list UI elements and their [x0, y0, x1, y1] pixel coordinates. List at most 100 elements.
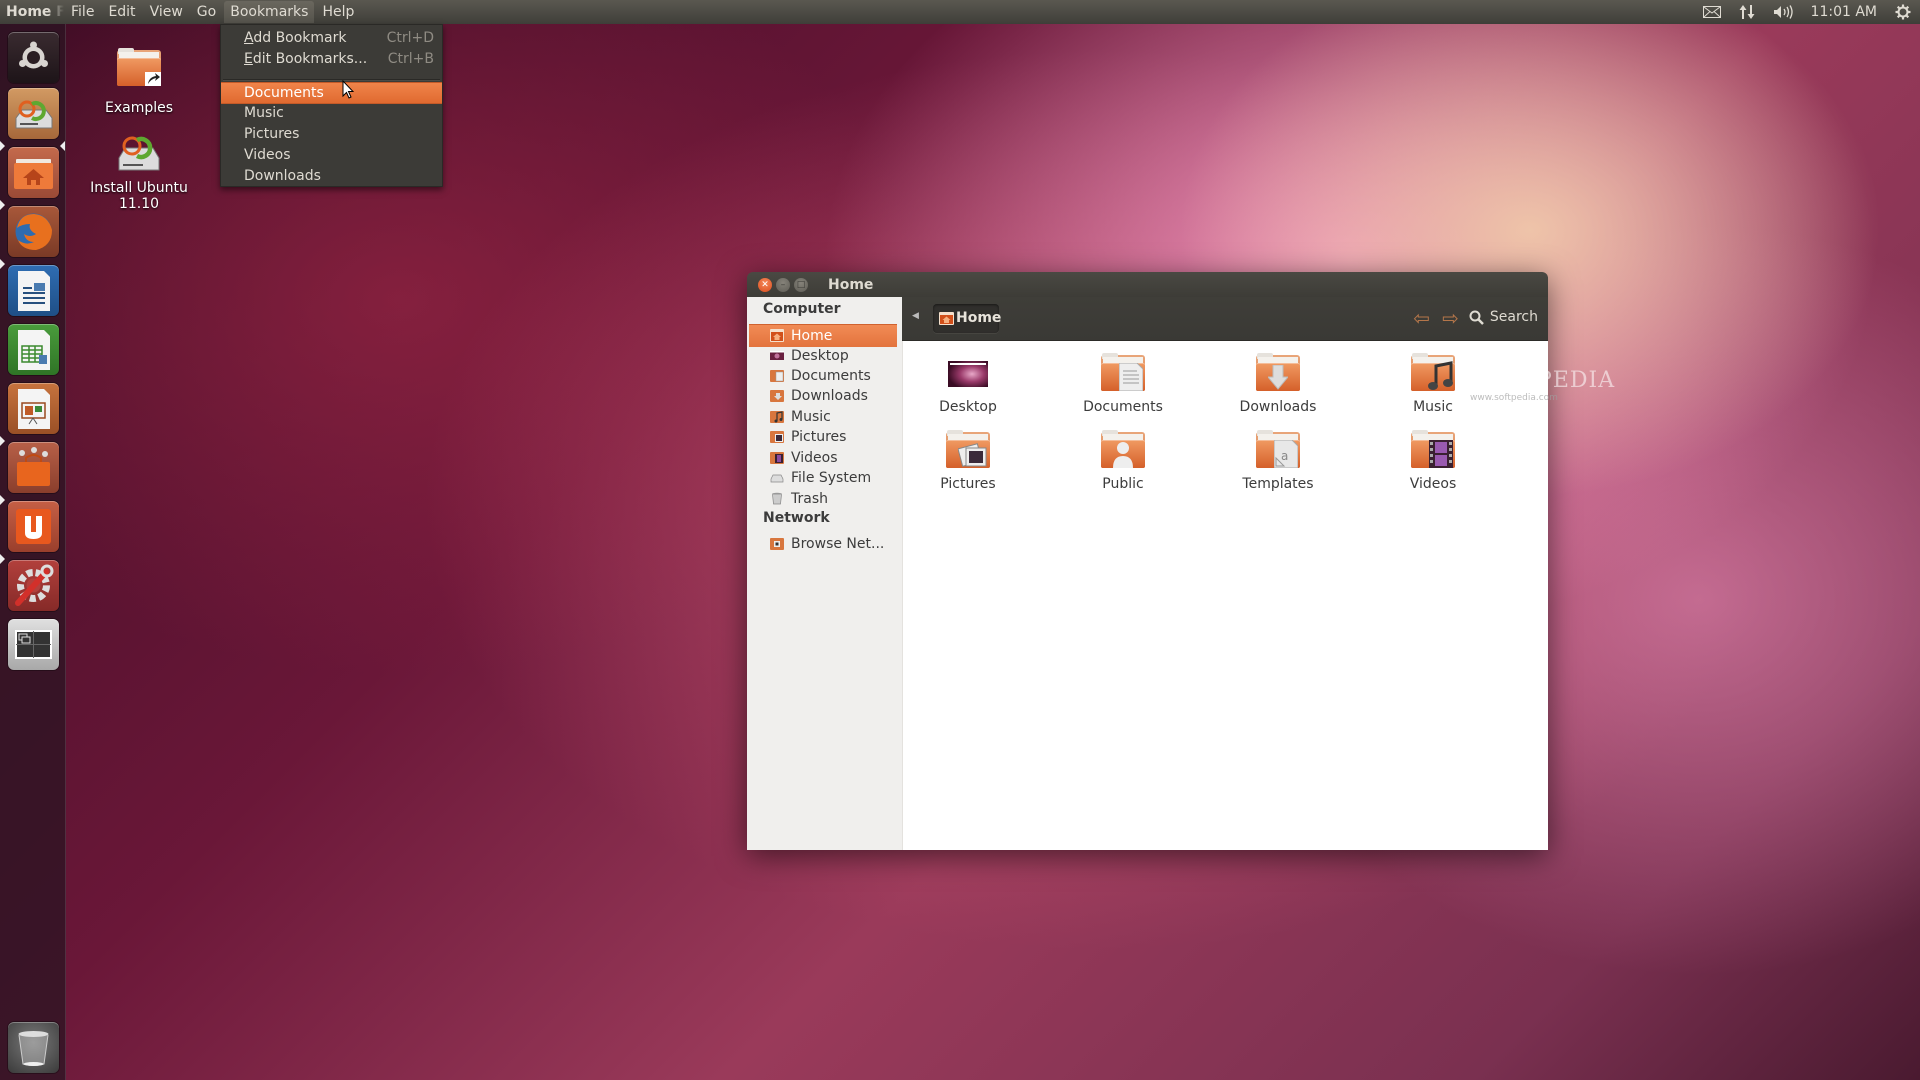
trash-icon: [18, 1031, 49, 1066]
trash-icon: [772, 492, 782, 505]
documents-folder-icon: [770, 370, 784, 382]
sidebar-item-documents[interactable]: Documents: [749, 365, 897, 387]
file-manager-window: ✕ – □ Home Computer Home Desktop Documen…: [747, 272, 1548, 850]
forward-button[interactable]: ⇨: [1442, 308, 1459, 328]
launcher-firefox[interactable]: [8, 206, 59, 257]
file-item-music[interactable]: Music: [1368, 353, 1498, 415]
sidebar-item-pictures[interactable]: Pictures: [749, 426, 897, 448]
menu-item-add-bookmark[interactable]: Add Bookmark Ctrl+D: [221, 28, 442, 48]
window-title: Home: [828, 276, 874, 293]
launcher-installer[interactable]: [8, 88, 59, 139]
desktop-icon-installer[interactable]: Install Ubuntu 11.10: [79, 128, 199, 212]
sidebar-item-videos[interactable]: Videos: [749, 447, 897, 469]
window-titlebar[interactable]: ✕ – □ Home: [747, 272, 1548, 297]
launcher-calc[interactable]: [8, 324, 59, 375]
home-folder-icon: [14, 159, 53, 189]
places-sidebar: Computer Home Desktop Documents Download…: [747, 297, 903, 850]
ubuntu-logo-icon: [19, 41, 48, 69]
menu-item-label: Music: [244, 105, 284, 121]
menu-view[interactable]: View: [144, 1, 189, 23]
sidebar-item-home[interactable]: Home: [749, 324, 897, 347]
menu-bookmarks[interactable]: Bookmarks: [224, 1, 315, 23]
menu-help[interactable]: Help: [316, 1, 360, 23]
music-folder-icon: [770, 411, 784, 423]
clock[interactable]: 11:01 AM: [1802, 4, 1886, 20]
file-item-videos[interactable]: Videos: [1368, 430, 1498, 492]
network-icon[interactable]: [1730, 4, 1764, 20]
file-item-label: Public: [1102, 476, 1144, 492]
menu-file[interactable]: File: [65, 1, 100, 23]
file-item-label: Music: [1413, 399, 1453, 415]
menu-go[interactable]: Go: [191, 1, 222, 23]
sidebar-item-desktop[interactable]: Desktop: [749, 345, 897, 367]
launcher-workspace-switcher[interactable]: [8, 619, 59, 670]
menu-item-edit-bookmarks[interactable]: Edit Bookmarks... Ctrl+B: [221, 49, 442, 69]
file-item-pictures[interactable]: Pictures: [903, 430, 1033, 492]
sidebar-item-label: Music: [791, 409, 831, 425]
launcher-writer[interactable]: [8, 265, 59, 316]
sidebar-item-label: Downloads: [791, 388, 868, 404]
sidebar-item-music[interactable]: Music: [749, 406, 897, 428]
menu-item-label: dd Bookmark: [253, 30, 347, 46]
menu-item-pictures[interactable]: Pictures: [221, 124, 442, 144]
file-item-templates[interactable]: a Templates: [1213, 430, 1343, 492]
power-gear-icon[interactable]: [1886, 4, 1920, 20]
svg-text:a: a: [1281, 449, 1288, 463]
file-item-documents[interactable]: Documents: [1058, 353, 1188, 415]
sidebar-item-label: Desktop: [791, 348, 849, 364]
home-folder-icon: [939, 312, 954, 325]
menu-item-music[interactable]: Music: [221, 103, 442, 123]
sidebar-item-label: Home: [791, 328, 833, 344]
breadcrumb-label: Home: [956, 310, 1002, 326]
file-item-label: Downloads: [1239, 399, 1317, 415]
pictures-folder-icon: [770, 431, 784, 443]
menu-item-videos[interactable]: Videos: [221, 145, 442, 165]
launcher-home-folder[interactable]: [8, 147, 59, 198]
breadcrumb-scroll-left-button[interactable]: ◀: [912, 311, 919, 321]
file-item-public[interactable]: Public: [1058, 430, 1188, 492]
running-indicator: [0, 436, 5, 446]
launcher-software-center[interactable]: [8, 442, 59, 493]
workspace-switcher-icon: [15, 630, 52, 659]
launcher-settings[interactable]: [8, 560, 59, 611]
sidebar-heading-computer: Computer: [763, 301, 841, 317]
file-item-desktop[interactable]: Desktop: [903, 353, 1033, 415]
firefox-icon: [15, 213, 52, 250]
breadcrumb-home-button[interactable]: Home: [933, 304, 1002, 333]
menu-edit[interactable]: Edit: [102, 1, 141, 23]
back-button[interactable]: ⇦: [1413, 308, 1430, 328]
sidebar-item-file-system[interactable]: File System: [749, 467, 897, 489]
sidebar-item-label: File System: [791, 470, 872, 486]
menu-item-downloads[interactable]: Downloads: [221, 166, 442, 186]
sidebar-item-trash[interactable]: Trash: [749, 488, 897, 510]
launcher-ubuntu-one[interactable]: [8, 501, 59, 552]
search-button[interactable]: Search: [1469, 309, 1538, 325]
launcher-trash[interactable]: [8, 1022, 59, 1073]
mouse-cursor-icon: [342, 80, 354, 99]
volume-icon[interactable]: [1764, 5, 1802, 19]
close-button[interactable]: ✕: [758, 277, 772, 292]
file-item-downloads[interactable]: Downloads: [1213, 353, 1343, 415]
maximize-icon: □: [796, 279, 806, 290]
file-item-label: Templates: [1242, 476, 1314, 492]
documents-folder-icon: [1099, 353, 1147, 393]
launcher-impress[interactable]: [8, 383, 59, 434]
minimize-button[interactable]: –: [776, 277, 790, 292]
mail-icon[interactable]: [1694, 6, 1730, 18]
minimize-icon: –: [780, 279, 786, 290]
sidebar-item-browse-network[interactable]: Browse Net...: [749, 533, 897, 555]
writer-icon: [18, 271, 50, 311]
desktop-icon-examples[interactable]: Examples: [79, 48, 199, 116]
running-indicator: [0, 200, 5, 210]
menu-item-documents[interactable]: Documents: [221, 82, 442, 104]
file-item-label: Desktop: [939, 399, 997, 415]
drive-icon: [770, 474, 784, 483]
sidebar-item-downloads[interactable]: Downloads: [749, 385, 897, 407]
templates-folder-icon: a: [1254, 430, 1302, 470]
mnemonic: A: [244, 30, 254, 46]
maximize-button[interactable]: □: [794, 277, 808, 292]
menu-item-label: Videos: [244, 147, 291, 163]
desktop-icon-label: Examples: [104, 100, 174, 116]
installer-icon: [115, 128, 163, 176]
launcher-dash[interactable]: [8, 32, 59, 83]
